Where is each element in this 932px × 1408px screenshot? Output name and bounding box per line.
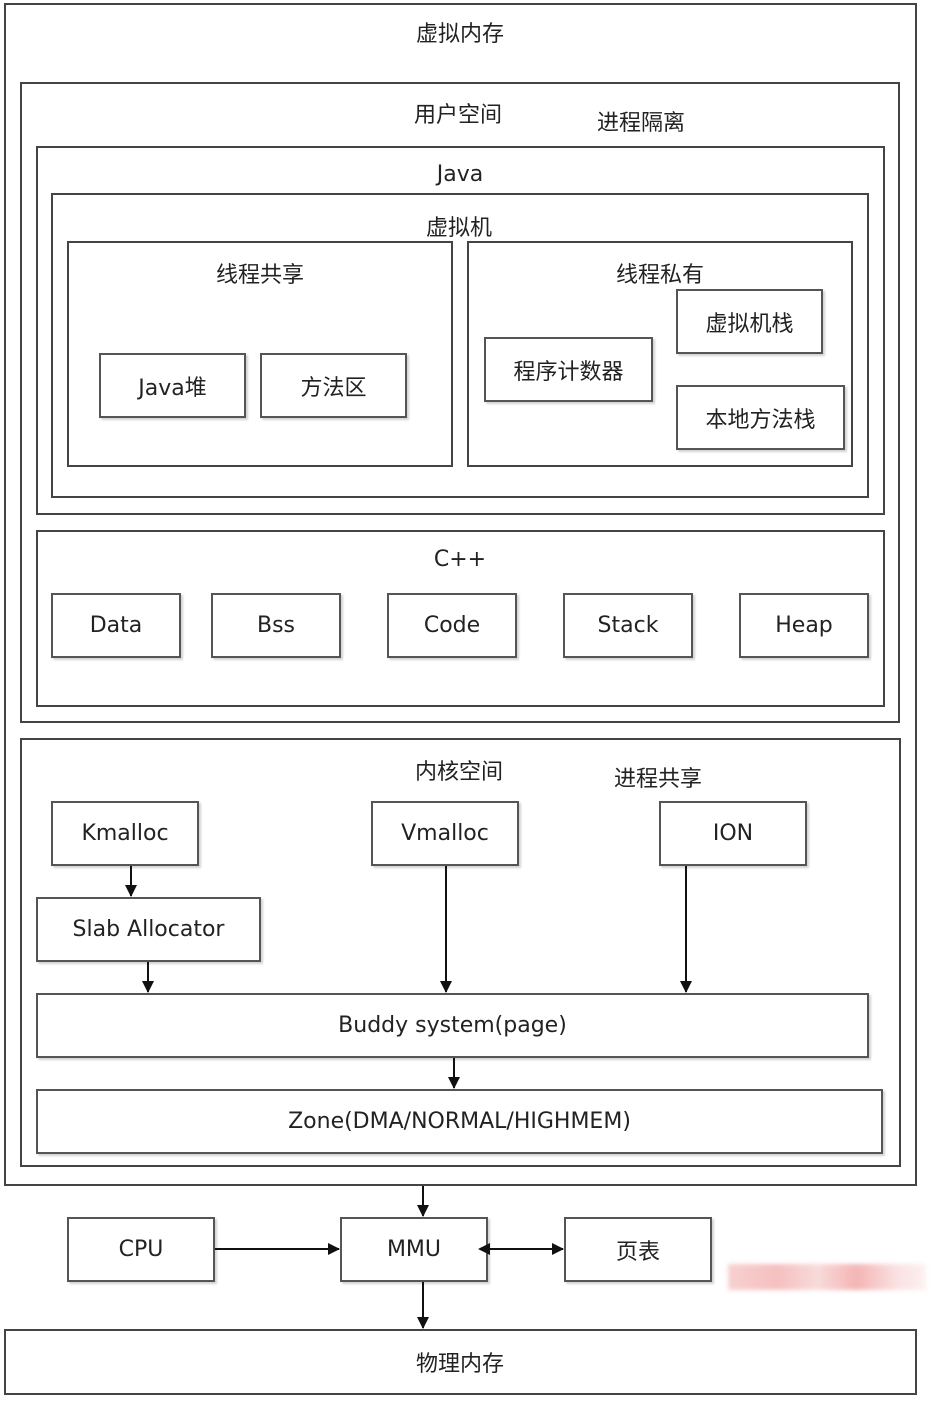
watermark-blur bbox=[728, 1264, 926, 1290]
diagram-edges bbox=[125, 866, 692, 1329]
